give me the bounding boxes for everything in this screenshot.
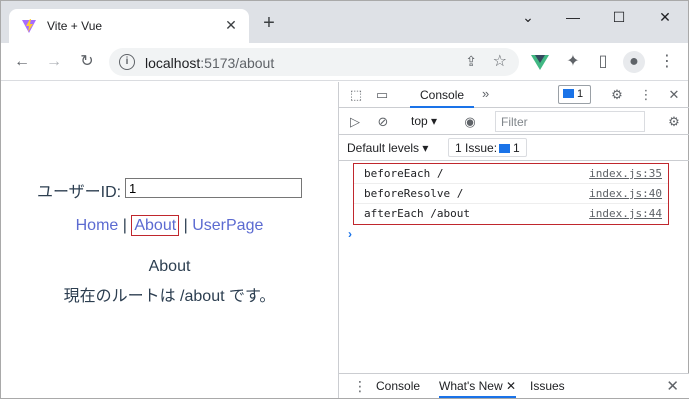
console-log-list: beforeEach / index.js:35 beforeResolve /… bbox=[353, 163, 669, 225]
close-tab-icon[interactable]: ✕ bbox=[506, 379, 516, 393]
new-tab-icon[interactable]: + bbox=[259, 13, 279, 34]
page-heading: About bbox=[148, 258, 191, 275]
nav-separator: | bbox=[179, 217, 193, 234]
console-levels-bar: Default levels ▾ 1 Issue: 1 bbox=[339, 135, 689, 161]
nav-link-home[interactable]: Home bbox=[76, 217, 119, 234]
devtools-tabbar: ⬚ ▭ Console » 1 ⚙ ⋮ ✕ bbox=[339, 82, 689, 108]
browser-toolbar: ← → ↻ i localhost:5173/about ⇪ ☆ ✦ ▯ ● ⋮ bbox=[1, 43, 688, 81]
tab-console[interactable]: Console bbox=[410, 82, 475, 108]
tab-strip: Vite + Vue ✕ + ⌄ — ☐ ✕ bbox=[1, 1, 688, 43]
log-message: beforeEach / bbox=[364, 167, 444, 180]
page-viewport: ユーザーID: Home | About | UserPage About 現在… bbox=[1, 82, 338, 398]
share-icon[interactable]: ⇪ bbox=[465, 53, 477, 70]
log-source-link[interactable]: index.js:40 bbox=[589, 187, 662, 200]
log-message: beforeResolve / bbox=[364, 187, 464, 200]
log-row: beforeEach / index.js:35 bbox=[354, 164, 668, 184]
drawer-tab-console[interactable]: Console bbox=[376, 379, 420, 393]
tab-search-icon[interactable]: ⌄ bbox=[513, 7, 543, 27]
drawer-tab-issues[interactable]: Issues bbox=[530, 379, 565, 393]
side-panel-icon[interactable]: ▯ bbox=[592, 51, 614, 73]
log-source-link[interactable]: index.js:35 bbox=[589, 167, 662, 180]
sidebar-toggle-icon[interactable]: ▷ bbox=[346, 113, 364, 131]
device-toolbar-icon[interactable]: ▭ bbox=[373, 86, 391, 104]
drawer-menu-icon[interactable]: ⋮ bbox=[353, 378, 367, 395]
devtools-menu-icon[interactable]: ⋮ bbox=[637, 86, 655, 104]
more-tabs-icon[interactable]: » bbox=[482, 86, 489, 101]
live-expression-eye-icon[interactable]: ◉ bbox=[461, 113, 479, 131]
tab-title: Vite + Vue bbox=[47, 19, 103, 33]
message-icon bbox=[499, 144, 511, 153]
console-settings-icon[interactable]: ⚙ bbox=[665, 113, 683, 131]
settings-gear-icon[interactable]: ⚙ bbox=[608, 86, 626, 104]
clear-console-icon[interactable]: ⊘ bbox=[374, 113, 392, 131]
nav-separator: | bbox=[118, 217, 132, 234]
close-tab-icon[interactable]: ✕ bbox=[223, 17, 239, 33]
userid-row: ユーザーID: bbox=[37, 178, 302, 202]
close-devtools-icon[interactable]: ✕ bbox=[665, 86, 683, 104]
issues-badge[interactable]: 1 bbox=[558, 85, 591, 104]
browser-menu-icon[interactable]: ⋮ bbox=[656, 51, 678, 73]
bookmark-star-icon[interactable]: ☆ bbox=[493, 51, 507, 71]
forward-icon[interactable]: → bbox=[43, 51, 65, 73]
close-drawer-icon[interactable]: ✕ bbox=[666, 377, 679, 395]
browser-window: Vite + Vue ✕ + ⌄ — ☐ ✕ ← → ↻ i localhost… bbox=[0, 0, 689, 399]
extensions-icon[interactable]: ✦ bbox=[562, 51, 584, 73]
drawer-tab-whats-new[interactable]: What's New ✕ bbox=[439, 379, 517, 398]
devtools-panel: ⬚ ▭ Console » 1 ⚙ ⋮ ✕ ▷ ⊘ top ▾ ◉ Filter… bbox=[338, 82, 689, 398]
context-selector[interactable]: top ▾ bbox=[411, 114, 437, 128]
address-bar[interactable]: i localhost:5173/about ⇪ ☆ bbox=[109, 48, 519, 76]
back-icon[interactable]: ← bbox=[11, 51, 33, 73]
inspect-element-icon[interactable]: ⬚ bbox=[347, 86, 365, 104]
userid-input[interactable] bbox=[125, 178, 302, 198]
log-message: afterEach /about bbox=[364, 207, 470, 220]
router-nav: Home | About | UserPage bbox=[1, 215, 338, 236]
browser-tab[interactable]: Vite + Vue ✕ bbox=[9, 9, 249, 43]
filter-input[interactable]: Filter bbox=[495, 111, 645, 132]
current-route-text: 現在のルートは /about です。 bbox=[63, 288, 276, 305]
console-prompt-icon[interactable]: › bbox=[348, 227, 352, 241]
log-source-link[interactable]: index.js:44 bbox=[589, 207, 662, 220]
vite-logo-icon bbox=[22, 19, 36, 33]
devtools-drawer: ⋮ Console What's New ✕ Issues ✕ bbox=[339, 373, 689, 398]
profile-avatar-icon[interactable]: ● bbox=[623, 51, 645, 73]
issues-button[interactable]: 1 Issue: 1 bbox=[448, 138, 527, 157]
nav-link-about[interactable]: About bbox=[131, 215, 180, 236]
site-info-icon[interactable]: i bbox=[119, 54, 135, 70]
close-window-icon[interactable]: ✕ bbox=[650, 7, 680, 27]
vue-devtools-icon[interactable] bbox=[529, 51, 551, 73]
console-toolbar: ▷ ⊘ top ▾ ◉ Filter ⚙ bbox=[339, 109, 689, 135]
minimize-icon[interactable]: — bbox=[558, 7, 588, 27]
userid-label: ユーザーID: bbox=[37, 184, 122, 201]
log-levels-dropdown[interactable]: Default levels ▾ bbox=[347, 141, 428, 155]
log-row: afterEach /about index.js:44 bbox=[354, 204, 668, 224]
reload-icon[interactable]: ↻ bbox=[76, 51, 98, 73]
nav-link-userpage[interactable]: UserPage bbox=[192, 217, 263, 234]
maximize-icon[interactable]: ☐ bbox=[604, 7, 634, 27]
message-icon bbox=[563, 89, 574, 98]
log-row: beforeResolve / index.js:40 bbox=[354, 184, 668, 204]
url-text[interactable]: localhost:5173/about bbox=[145, 55, 274, 71]
